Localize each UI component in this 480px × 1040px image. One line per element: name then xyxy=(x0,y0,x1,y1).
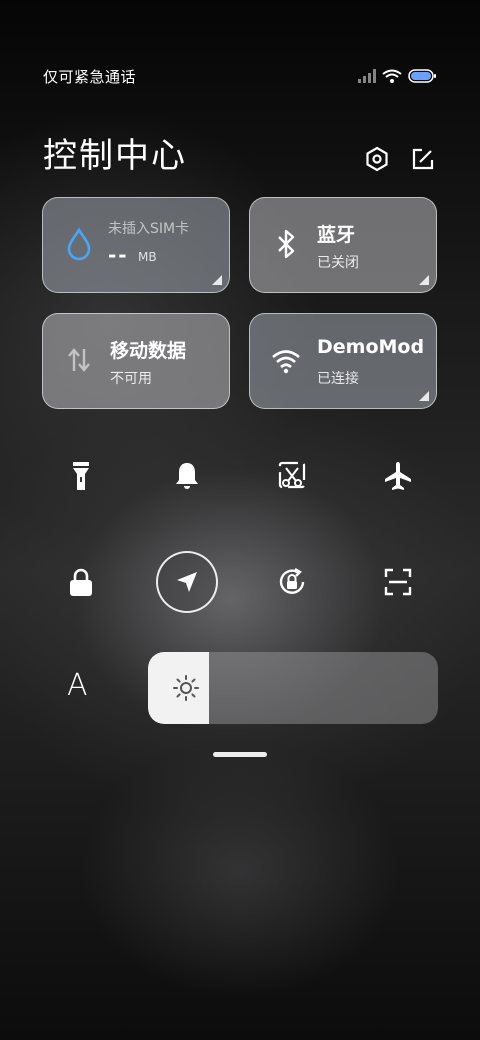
location-arrow-icon xyxy=(177,572,197,592)
expand-corner-icon xyxy=(419,275,429,285)
location-button[interactable] xyxy=(156,551,218,613)
edit-icon[interactable] xyxy=(410,146,436,172)
wifi-status: 已连接 xyxy=(317,371,359,387)
brightness-slider[interactable] xyxy=(148,652,438,724)
scanner-button[interactable] xyxy=(370,554,426,610)
status-icons xyxy=(358,68,436,87)
wifi-icon xyxy=(271,343,301,377)
mobile-data-status: 不可用 xyxy=(110,371,152,387)
page-title: 控制中心 xyxy=(43,136,187,176)
bluetooth-title: 蓝牙 xyxy=(317,224,356,246)
water-drop-icon xyxy=(64,227,94,261)
mobile-data-tile[interactable]: 移动数据 不可用 xyxy=(42,313,230,409)
signal-icon xyxy=(358,68,376,87)
flashlight-icon xyxy=(73,462,89,490)
carrier-label: 仅可紧急通话 xyxy=(43,68,137,86)
screenshot-button[interactable] xyxy=(264,448,320,504)
settings-gear-icon[interactable] xyxy=(364,146,390,172)
lock-screen-button[interactable] xyxy=(53,554,109,610)
data-arrows-icon xyxy=(64,343,94,377)
scan-icon xyxy=(384,568,412,596)
wifi-tile[interactable]: DemoMod 已连接 xyxy=(249,313,437,409)
auto-brightness-toggle[interactable]: A xyxy=(67,668,88,703)
mute-button[interactable] xyxy=(159,448,215,504)
airplane-icon xyxy=(385,462,411,490)
bluetooth-tile[interactable]: 蓝牙 已关闭 xyxy=(249,197,437,293)
expand-corner-icon xyxy=(212,275,222,285)
data-usage-unit: MB xyxy=(138,250,157,264)
expand-corner-icon xyxy=(419,391,429,401)
airplane-mode-button[interactable] xyxy=(370,448,426,504)
bluetooth-status: 已关闭 xyxy=(317,255,359,271)
drag-handle[interactable] xyxy=(213,752,267,757)
data-usage-value: -- xyxy=(108,243,129,267)
sun-icon xyxy=(172,674,200,702)
sim-status-label: 未插入SIM卡 xyxy=(108,221,190,237)
lock-icon xyxy=(70,568,92,596)
data-usage-tile[interactable]: 未插入SIM卡 -- MB xyxy=(42,197,230,293)
wifi-network-name: DemoMod xyxy=(317,336,425,358)
bell-icon xyxy=(176,463,198,489)
status-bar: 仅可紧急通话 xyxy=(0,60,480,92)
flashlight-button[interactable] xyxy=(53,448,109,504)
rotation-lock-button[interactable] xyxy=(264,554,320,610)
battery-icon xyxy=(408,68,436,87)
bluetooth-icon xyxy=(271,227,301,261)
mobile-data-title: 移动数据 xyxy=(110,340,187,362)
wifi-status-icon xyxy=(382,68,402,87)
screenshot-scissors-icon xyxy=(278,461,306,489)
rotation-lock-icon xyxy=(279,567,305,594)
